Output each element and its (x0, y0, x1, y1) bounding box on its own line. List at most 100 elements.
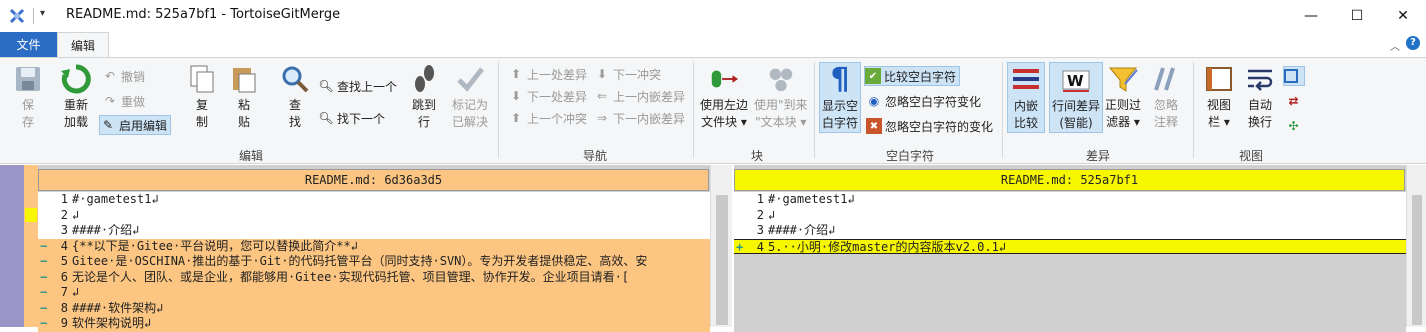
code-line[interactable] (734, 300, 1406, 316)
prev-inline-button[interactable]: ⇐ 上一内嵌差异 (594, 86, 685, 106)
copy-button[interactable]: 复 制 (186, 62, 218, 131)
next-diff-button[interactable]: ⬇ 下一处差异 (508, 86, 587, 106)
code-line[interactable]: −9 软件架构说明↲ (38, 316, 710, 332)
scrollbar-thumb[interactable] (1412, 195, 1422, 325)
code-line[interactable] (734, 254, 1406, 270)
maximize-button[interactable]: ☐ (1334, 0, 1380, 31)
code-line[interactable]: 3 ####·介绍↲ (38, 223, 710, 239)
paste-button[interactable]: 粘 贴 (228, 62, 260, 131)
close-button[interactable]: ✕ (1380, 0, 1426, 31)
code-line[interactable] (734, 316, 1406, 332)
regex-filter-button[interactable]: 正则过 滤器 ▾ (1105, 62, 1141, 131)
use-theirs-block-button[interactable]: 使用"到来 "文本块 ▾ (754, 62, 808, 131)
swap-panes-button[interactable]: ⇄ (1285, 91, 1305, 111)
goto-line-button[interactable]: 跳到 行 (408, 62, 440, 131)
use-left-block-button[interactable]: 使用左边 文件块 ▾ (700, 62, 748, 131)
group-label-whitespace: 空白字符 (885, 149, 934, 163)
ignore-ws-all-icon: ✖ (866, 118, 882, 134)
find-next-button[interactable]: 🔍︎ 找下一个 (318, 108, 385, 128)
pencil-icon: ✎ (102, 118, 114, 132)
right-pane[interactable]: README.md: 525a7bf1 1 #·gametest1↲ 2 ↲ 3 ####… (734, 165, 1406, 332)
removed-marker-icon: − (40, 238, 48, 253)
prev-diff-button[interactable]: ⬆ 上一处差异 (508, 64, 587, 84)
right-code[interactable]: 1 #·gametest1↲ 2 ↲ 3 ####·介绍↲ +4 5.··小明·修改maste… (734, 192, 1406, 332)
single-pane-view-button[interactable] (1283, 66, 1305, 86)
mark-resolved-label-1: 标记为 (452, 98, 489, 112)
tab-edit[interactable]: 编辑 (57, 32, 109, 57)
left-pane[interactable]: README.md: 6d36a3d5 1 #·gametest1↲ 2 ↲ 3 ####… (38, 165, 710, 332)
code-line[interactable]: 2 ↲ (734, 207, 1406, 223)
next-conflict-button[interactable]: ⬇ 下一冲突 (594, 64, 661, 84)
location-bar[interactable] (0, 165, 38, 327)
copy-label-2: 制 (195, 115, 208, 129)
find-prev-button[interactable]: 🔍︎ 查找上一个 (318, 76, 397, 96)
code-line[interactable] (734, 285, 1406, 301)
group-label-view: 视图 (1238, 149, 1263, 163)
help-icon[interactable]: ? (1406, 36, 1420, 50)
line-text: 5.··小明·修改master的内容版本v2.0.1↲ (768, 239, 1007, 254)
code-line[interactable]: +4 5.··小明·修改master的内容版本v2.0.1↲ (734, 238, 1406, 254)
removed-marker-icon: − (40, 269, 48, 284)
code-line[interactable]: −8 ####·软件架构↲ (38, 300, 710, 316)
arrow-down-icon: ⬇ (510, 89, 522, 103)
code-line[interactable]: −7 ↲ (38, 285, 710, 301)
tab-file[interactable]: 文件 (0, 32, 57, 57)
redo-button[interactable]: ↷ 重做 (102, 91, 145, 111)
code-line[interactable]: −4 {**以下是·Gitee·平台说明，您可以替换此简介**↲ (38, 238, 710, 254)
scrollbar-thumb[interactable] (716, 195, 728, 325)
enable-edit-label: 启用编辑 (119, 118, 168, 133)
collapse-view-button[interactable]: ✣ (1285, 116, 1305, 136)
left-vertical-scrollbar[interactable] (710, 165, 732, 327)
enable-edit-button[interactable]: ✎ 启用编辑 (99, 115, 172, 135)
ignore-comments-button[interactable]: 忽略 注释 (1150, 62, 1182, 131)
compare-ws-label: 比较空白字符 (884, 69, 957, 84)
next-diff-label: 下一处差异 (527, 89, 588, 104)
next-inline-label: 下一内嵌差异 (613, 111, 686, 126)
compare-whitespace-button[interactable]: ✔ 比较空白字符 (864, 66, 961, 86)
line-number (734, 300, 766, 316)
line-number-value: 7 (60, 285, 68, 299)
collapse-ribbon-icon[interactable]: ︿ (1390, 38, 1400, 53)
show-whitespace-button[interactable]: ¶ 显示空 白字符 (819, 62, 862, 133)
left-code[interactable]: 1 #·gametest1↲ 2 ↲ 3 ####·介绍↲ −4 {**以下是·Gitee·平… (38, 192, 710, 332)
prev-conflict-button[interactable]: ⬆ 上一个冲突 (508, 108, 587, 128)
code-line[interactable] (734, 269, 1406, 285)
code-line[interactable]: −6 无论是个人、团队、或是企业，都能够用·Gitee·实现代码托管、项目管理、协… (38, 269, 710, 285)
find-button[interactable]: 查 找 (279, 62, 311, 131)
line-diff-button[interactable]: W 行间差异 (智能) (1049, 62, 1104, 133)
reload-button[interactable]: 重新 加载 (60, 62, 92, 131)
viewbar-button[interactable]: 视图 栏 ▾ (1203, 62, 1235, 131)
code-line[interactable]: 2 ↲ (38, 207, 710, 223)
word-wrap-button[interactable]: 自动 换行 (1244, 62, 1276, 131)
line-number-value: 3 (756, 223, 764, 237)
line-text: ####·软件架构↲ (72, 300, 164, 315)
arrow-up-icon: ⬆ (510, 67, 522, 81)
line-number: −9 (38, 316, 70, 332)
line-number-value: 4 (60, 238, 68, 253)
line-number-value: 2 (60, 207, 68, 222)
code-line[interactable]: −5 Gitee·是·OSCHINA·推出的基于·Git·的代码托管平台（同时支持… (38, 254, 710, 270)
ignore-ws-changes-button[interactable]: ◉ 忽略空白字符变化 (866, 91, 981, 111)
code-line[interactable]: 3 ####·介绍↲ (734, 223, 1406, 239)
inline-diff-button[interactable]: 内嵌 比较 (1007, 62, 1045, 133)
ignore-ws-all-button[interactable]: ✖ 忽略空白字符的变化 (866, 116, 993, 136)
save-button[interactable]: 保 存 (12, 62, 44, 131)
next-inline-button[interactable]: ⇒ 下一内嵌差异 (594, 108, 685, 128)
right-vertical-scrollbar[interactable] (1406, 165, 1426, 327)
quick-access-dropdown-icon[interactable]: ▾ (40, 8, 45, 19)
line-diff-label-1: 行间差异 (1052, 99, 1101, 113)
undo-button[interactable]: ↶ 撤销 (102, 66, 145, 86)
goto-label-1: 跳到 (411, 98, 436, 112)
mark-resolved-button[interactable]: 标记为 已解决 (452, 62, 488, 131)
tortoisegit-icon[interactable] (8, 7, 26, 25)
group-label-edit: 编辑 (238, 149, 263, 163)
code-line[interactable]: 1 #·gametest1↲ (38, 192, 710, 208)
find-prev-label: 查找上一个 (337, 79, 398, 94)
funnel-icon (1107, 62, 1139, 96)
regex-label-2: 滤器 ▾ (1106, 115, 1140, 129)
line-number-value: 6 (60, 269, 68, 284)
arrow-right-icon: ⇒ (596, 111, 608, 125)
code-line[interactable]: 1 #·gametest1↲ (734, 192, 1406, 208)
line-number-value: 8 (60, 300, 68, 315)
minimize-button[interactable]: — (1288, 0, 1334, 31)
